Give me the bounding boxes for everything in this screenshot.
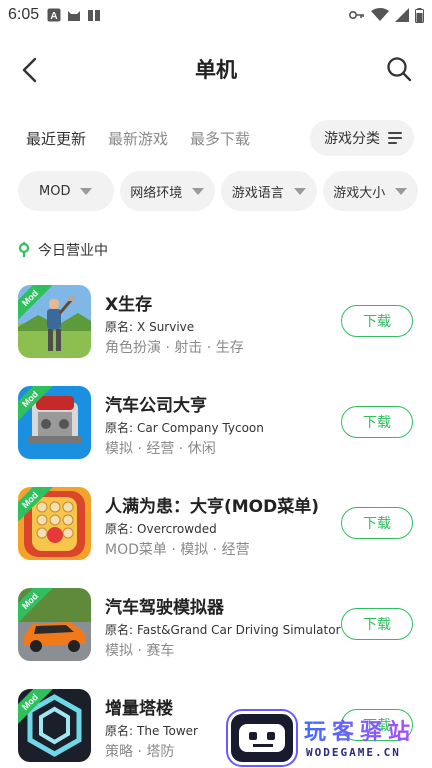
game-original-name: 原名: Overcrowded [105, 520, 335, 537]
section-header: 今日营业中 [18, 240, 108, 260]
game-icon[interactable]: Mod [18, 386, 91, 459]
game-info: X生存 原名: X Survive 角色扮演 · 射击 · 生存 [105, 290, 335, 357]
status-bar: 6:05 A [0, 0, 432, 30]
game-original-name: 原名: X Survive [105, 318, 335, 335]
watermark-en: WODEGAME.CN [306, 746, 401, 759]
filter-language[interactable]: 游戏语言 [221, 171, 317, 211]
search-button[interactable] [382, 52, 416, 86]
filter-bar: MOD 网络环境 游戏语言 游戏大小 [18, 171, 418, 211]
filter-label: MOD [39, 183, 71, 199]
a-badge-icon: A [47, 8, 61, 22]
download-button[interactable]: 下载 [341, 406, 413, 438]
list-item[interactable]: Mod 人满为患：大亨(MOD菜单) 原名: Overcrowded MOD菜单 … [18, 484, 418, 585]
game-info: 人满为患：大亨(MOD菜单) 原名: Overcrowded MOD菜单 · 模拟… [105, 492, 335, 559]
caret-down-icon [80, 187, 93, 195]
game-info: 汽车公司大亨 原名: Car Company Tycoon 模拟 · 经营 · 休… [105, 391, 335, 458]
tab-newest-games[interactable]: 最新游戏 [108, 128, 168, 149]
game-icon[interactable]: Mod [18, 487, 91, 560]
status-right-icons [349, 7, 424, 23]
game-icon[interactable]: Mod [18, 689, 91, 762]
original-name-value: X Survive [137, 320, 195, 334]
game-name: X生存 [105, 295, 153, 315]
game-name: 人满为患：大亨(MOD菜单) [105, 497, 320, 517]
original-name-value: Fast&Grand Car Driving Simulator [137, 623, 341, 637]
list-item[interactable]: Mod 汽车驾驶模拟器 原名: Fast&Grand Car Driving Si… [18, 585, 418, 686]
caret-down-icon [293, 187, 306, 195]
top-app-bar: 单机 [0, 44, 432, 92]
signal-icon [395, 8, 409, 22]
original-name-label: 原名: [105, 724, 134, 738]
wifi-icon [371, 8, 389, 21]
filter-network[interactable]: 网络环境 [119, 171, 215, 211]
battery-icon [415, 7, 424, 23]
sort-tabs: 最近更新 最新游戏 最多下载 游戏分类 [26, 120, 414, 156]
download-button[interactable]: 下载 [341, 507, 413, 539]
game-info: 汽车驾驶模拟器 原名: Fast&Grand Car Driving Simula… [105, 593, 341, 660]
cat-icon [68, 11, 81, 21]
watermark-cn: 玩客驿站 [304, 714, 416, 746]
svg-text:A: A [51, 11, 58, 22]
filter-mod[interactable]: MOD [18, 171, 114, 211]
download-button[interactable]: 下载 [341, 305, 413, 337]
original-name-value: Overcrowded [137, 522, 217, 536]
book-icon [88, 10, 101, 21]
original-name-label: 原名: [105, 522, 134, 536]
filter-label: 游戏语言 [231, 185, 284, 201]
filter-size[interactable]: 游戏大小 [322, 171, 418, 211]
caret-down-icon [192, 187, 205, 195]
game-tags: 模拟 · 赛车 [105, 643, 175, 659]
filter-label: 游戏大小 [333, 185, 386, 201]
original-name-value: The Tower [137, 724, 198, 738]
game-tags: MOD菜单 · 模拟 · 经营 [105, 542, 250, 558]
watermark-logo: 玩客驿站 WODEGAME.CN [224, 708, 432, 768]
game-original-name: 原名: Car Company Tycoon [105, 419, 335, 436]
list-item[interactable]: Mod 汽车公司大亨 原名: Car Company Tycoon 模拟 · 经营… [18, 383, 418, 484]
game-category-label: 游戏分类 [324, 131, 380, 147]
original-name-value: Car Company Tycoon [137, 421, 264, 435]
menu-lines-icon [388, 132, 402, 144]
game-list: Mod X生存 原名: X Survive 角色扮演 · 射击 · 生存 下载 M… [18, 282, 418, 768]
list-item[interactable]: Mod X生存 原名: X Survive 角色扮演 · 射击 · 生存 下载 [18, 282, 418, 383]
tab-most-downloaded[interactable]: 最多下载 [190, 128, 250, 149]
page-title: 单机 [195, 58, 237, 82]
game-category-button[interactable]: 游戏分类 [310, 120, 414, 156]
status-time: 6:05 [8, 6, 40, 23]
section-title: 今日营业中 [38, 243, 108, 259]
location-pin-icon [18, 242, 30, 257]
search-icon [387, 57, 412, 82]
game-name: 汽车公司大亨 [105, 396, 207, 416]
filter-label: 网络环境 [130, 185, 183, 201]
tab-recent-update[interactable]: 最近更新 [26, 128, 87, 149]
original-name-label: 原名: [105, 421, 134, 435]
original-name-label: 原名: [105, 320, 134, 334]
game-name: 汽车驾驶模拟器 [105, 598, 224, 618]
original-name-label: 原名: [105, 623, 134, 637]
game-icon[interactable]: Mod [18, 588, 91, 661]
game-icon[interactable]: Mod [18, 285, 91, 358]
download-button[interactable]: 下载 [341, 608, 413, 640]
key-icon [349, 11, 364, 19]
game-original-name: 原名: Fast&Grand Car Driving Simulator [105, 621, 341, 638]
robot-logo-icon [228, 711, 296, 765]
caret-down-icon [395, 187, 408, 195]
game-tags: 角色扮演 · 射击 · 生存 [105, 340, 244, 356]
game-tags: 模拟 · 经营 · 休闲 [105, 441, 216, 457]
